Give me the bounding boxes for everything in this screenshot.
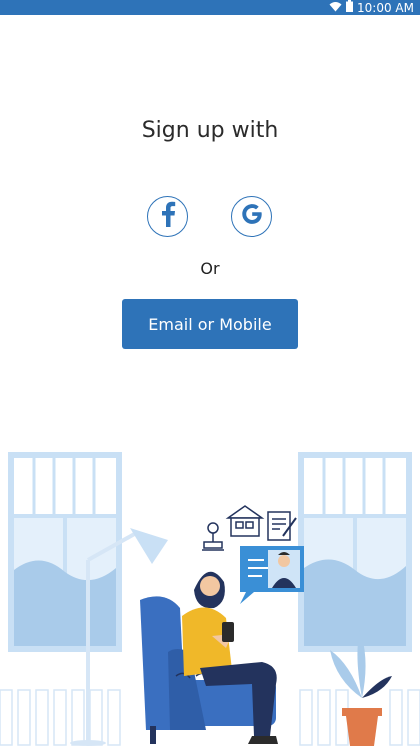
or-separator: Or (200, 259, 220, 278)
document-icon (267, 511, 297, 541)
right-window-illustration (298, 452, 412, 652)
google-icon (240, 202, 264, 231)
chat-bubble-illustration (240, 546, 304, 604)
battery-icon (346, 0, 354, 15)
google-signup-button[interactable] (231, 196, 272, 237)
status-bar: 10:00 AM (0, 0, 420, 15)
signup-title: Sign up with (141, 118, 279, 143)
stamp-icon (202, 522, 224, 551)
email-or-mobile-button[interactable]: Email or Mobile (122, 299, 298, 349)
left-fence-illustration (0, 689, 121, 746)
wifi-icon (329, 1, 342, 15)
reading-woman-illustration (0, 452, 420, 746)
status-time: 10:00 AM (357, 0, 414, 15)
building-icon (225, 505, 265, 537)
status-icons: 10:00 AM (329, 0, 414, 15)
facebook-icon (160, 201, 176, 232)
facebook-signup-button[interactable] (147, 196, 188, 237)
